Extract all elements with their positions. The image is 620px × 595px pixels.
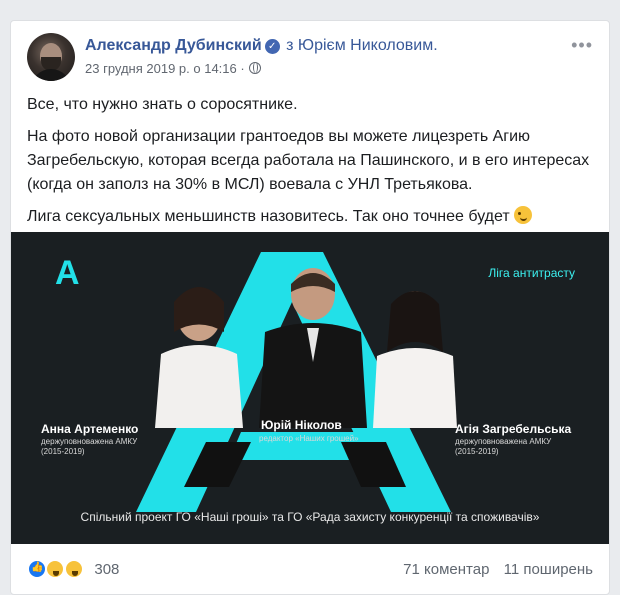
post-meta: 23 грудня 2019 р. о 14:16 · bbox=[85, 61, 261, 76]
author-name[interactable]: Александр Дубинский bbox=[85, 37, 262, 54]
post-paragraph-2: На фото новой организации грантоедов вы … bbox=[27, 128, 590, 193]
wow-icon bbox=[63, 559, 84, 579]
post-paragraph-3: Лига сексуальных меньшинств назовитесь. … bbox=[27, 205, 597, 229]
person-3-years: (2015-2019) bbox=[455, 447, 499, 456]
brand-name: Ліга антитрасту bbox=[488, 266, 575, 280]
person-1-years: (2015-2019) bbox=[41, 447, 85, 456]
brand-logo: A bbox=[55, 254, 80, 292]
tagged-with[interactable]: з Юрієм Николовим. bbox=[286, 37, 438, 54]
haha-icon bbox=[45, 559, 66, 579]
reactions-summary[interactable]: 308 bbox=[27, 559, 119, 579]
post-image[interactable]: A Ліга антитрасту Анна Артеменко держупо… bbox=[11, 232, 609, 544]
post-stats: 308 71 коментар 11 поширень bbox=[27, 551, 593, 587]
post-header: Александр Дубинский ✓ з Юрієм Николовим. … bbox=[27, 33, 593, 85]
wink-emoji-icon bbox=[513, 206, 532, 224]
person-1-name: Анна Артеменко bbox=[41, 422, 139, 436]
person-3-role: держуповноважена АМКУ bbox=[455, 437, 552, 446]
reaction-count[interactable]: 308 bbox=[94, 561, 119, 578]
like-icon bbox=[27, 559, 47, 579]
avatar[interactable] bbox=[27, 33, 75, 81]
author-line: Александр Дубинский ✓ з Юрієм Николовим. bbox=[85, 37, 438, 55]
person-2-name: Юрій Ніколов bbox=[261, 418, 342, 432]
post-text: Все, что нужно знать о соросятнике. На ф… bbox=[27, 93, 597, 237]
person-2-role: редактор «Наших грошей» bbox=[259, 434, 359, 443]
person-1-role: держуповноважена АМКУ bbox=[41, 437, 138, 446]
image-footer-text: Спільний проект ГО «Наші гроші» та ГО «Р… bbox=[80, 510, 540, 524]
engagement-stats: 71 коментар 11 поширень bbox=[403, 561, 593, 578]
person-3-name: Агія Загребельська bbox=[455, 422, 572, 436]
comments-count[interactable]: 71 коментар bbox=[403, 561, 489, 578]
globe-icon bbox=[248, 62, 261, 74]
post-card: Александр Дубинский ✓ з Юрієм Николовим. … bbox=[10, 20, 610, 595]
post-timestamp[interactable]: 23 грудня 2019 р. о 14:16 · bbox=[85, 61, 245, 76]
more-options-icon[interactable]: ••• bbox=[571, 35, 593, 56]
shares-count[interactable]: 11 поширень bbox=[504, 561, 593, 578]
post-paragraph-1: Все, что нужно знать о соросятнике. bbox=[27, 96, 298, 113]
verified-icon: ✓ bbox=[264, 39, 280, 54]
